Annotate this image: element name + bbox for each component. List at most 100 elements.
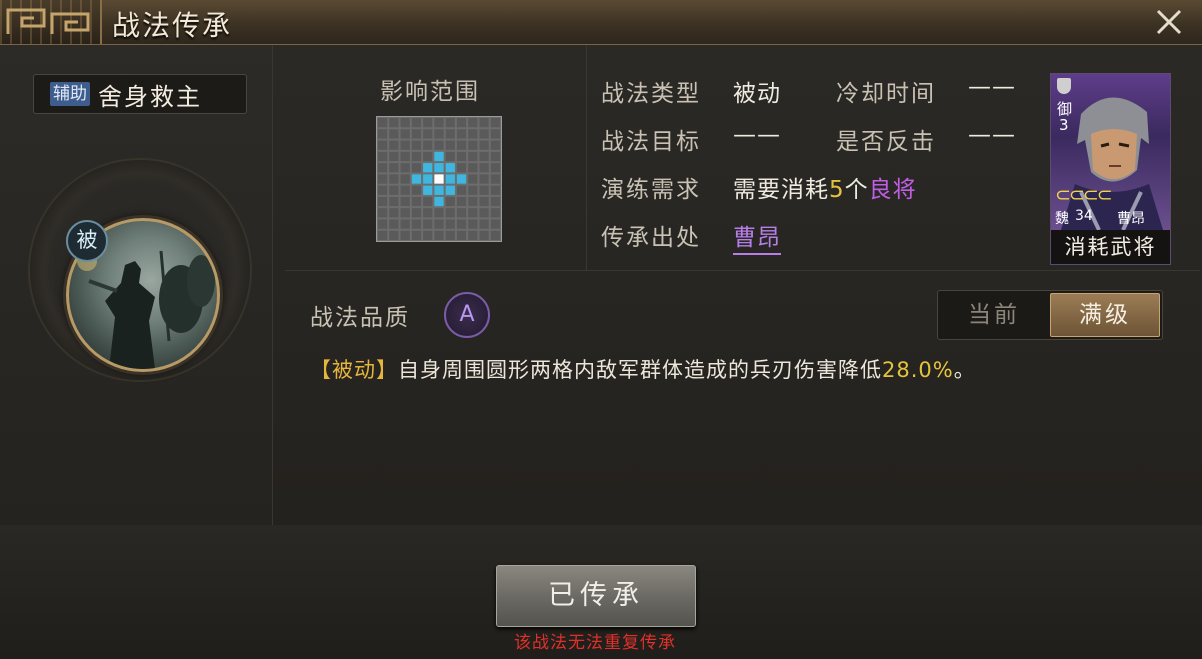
tab-current-level[interactable]: 当前 [938, 291, 1050, 339]
grid-cell [389, 230, 399, 240]
range-grid [376, 116, 502, 242]
origin-link[interactable]: 曹昂 [733, 225, 781, 255]
grid-cell [456, 118, 467, 128]
grid-cell [456, 163, 467, 173]
grid-affected-cell [434, 151, 444, 162]
grid-cell [468, 230, 478, 240]
grid-cell [445, 219, 455, 229]
grid-center-cell [434, 174, 444, 184]
grid-cell [423, 140, 433, 150]
grid-cell [378, 185, 388, 195]
grid-cell [479, 219, 489, 229]
general-card-footer: 消耗武将 [1051, 230, 1170, 264]
grid-cell [423, 129, 433, 139]
practice-value: 需要消耗5个良将 [733, 170, 917, 204]
grid-cell [389, 185, 399, 195]
tab-max-level[interactable]: 满级 [1050, 293, 1160, 337]
grid-cell [400, 219, 410, 229]
quality-grade-badge: A [444, 292, 490, 338]
grid-cell [423, 151, 433, 162]
origin-label: 传承出处 [601, 225, 701, 251]
grid-cell [389, 129, 399, 139]
general-cost: 3 [1059, 116, 1069, 134]
grid-cell [468, 208, 478, 218]
grid-cell [434, 208, 444, 218]
grid-cell [490, 163, 500, 173]
grid-cell [490, 129, 500, 139]
grid-cell [400, 174, 410, 184]
grid-cell [490, 230, 500, 240]
grid-cell [434, 219, 444, 229]
skill-description: 【被动】自身周围圆形两格内敌军群体造成的兵刃伤害降低28.0%。 [310, 354, 976, 384]
grid-cell [479, 185, 489, 195]
practice-prefix: 需要消耗 [733, 177, 829, 203]
grid-cell [468, 151, 478, 162]
passive-badge: 被 [66, 220, 108, 262]
grid-cell [456, 185, 467, 195]
grid-cell [490, 151, 500, 162]
grid-cell [434, 140, 444, 150]
grid-affected-cell [423, 174, 433, 184]
grid-affected-cell [445, 163, 455, 173]
grid-cell [479, 151, 489, 162]
grid-cell [378, 208, 388, 218]
grid-cell [490, 208, 500, 218]
grid-cell [378, 140, 388, 150]
grid-affected-cell [411, 174, 422, 184]
grid-cell [468, 219, 478, 229]
grid-cell [490, 118, 500, 128]
inherited-button[interactable]: 已传承 [496, 565, 696, 627]
grid-cell [468, 129, 478, 139]
grid-cell [411, 230, 422, 240]
grid-cell [479, 118, 489, 128]
grid-cell [445, 151, 455, 162]
description-tag: 【被动】 [310, 358, 398, 382]
grid-cell [456, 140, 467, 150]
description-value: 28.0% [882, 358, 954, 382]
grid-cell [479, 208, 489, 218]
grid-cell [389, 208, 399, 218]
grid-cell [479, 196, 489, 207]
shield-icon [1057, 78, 1071, 94]
grid-affected-cell [423, 185, 433, 195]
star-rating-icon: ⊂⊂⊂⊂ [1055, 184, 1113, 206]
grid-cell [434, 230, 444, 240]
grid-cell [423, 208, 433, 218]
grid-cell [490, 219, 500, 229]
grid-cell [468, 163, 478, 173]
grid-cell [456, 129, 467, 139]
grid-affected-cell [434, 185, 444, 195]
grid-cell [378, 219, 388, 229]
general-name: 曹昂 [1117, 211, 1145, 227]
grid-cell [411, 196, 422, 207]
grid-cell [434, 118, 444, 128]
grid-cell [378, 163, 388, 173]
vertical-divider [586, 45, 587, 270]
grid-cell [411, 163, 422, 173]
grid-cell [490, 185, 500, 195]
origin-value: 曹昂 [733, 218, 781, 255]
type-value: 被动 [733, 81, 781, 107]
grid-affected-cell [434, 196, 444, 207]
grid-cell [400, 163, 410, 173]
grid-cell [411, 118, 422, 128]
grid-cell [445, 196, 455, 207]
grid-cell [389, 174, 399, 184]
grid-affected-cell [434, 163, 444, 173]
grid-cell [479, 230, 489, 240]
grid-cell [468, 196, 478, 207]
target-label: 战法目标 [601, 129, 701, 155]
quality-label: 战法品质 [310, 305, 410, 331]
grid-cell [389, 196, 399, 207]
grid-cell [378, 230, 388, 240]
window-title: 战法传承 [112, 9, 233, 42]
general-faction: 魏 [1055, 211, 1069, 227]
cooldown-label: 冷却时间 [836, 81, 936, 107]
grid-cell [423, 196, 433, 207]
close-icon[interactable] [1150, 4, 1188, 40]
counter-value: —— [968, 122, 1016, 148]
target-value: —— [733, 122, 781, 148]
range-label: 影响范围 [380, 79, 480, 105]
general-card[interactable]: 御 3 ⊂⊂⊂⊂ 魏 34 曹昂 消耗武将 [1050, 73, 1171, 265]
grid-cell [468, 118, 478, 128]
